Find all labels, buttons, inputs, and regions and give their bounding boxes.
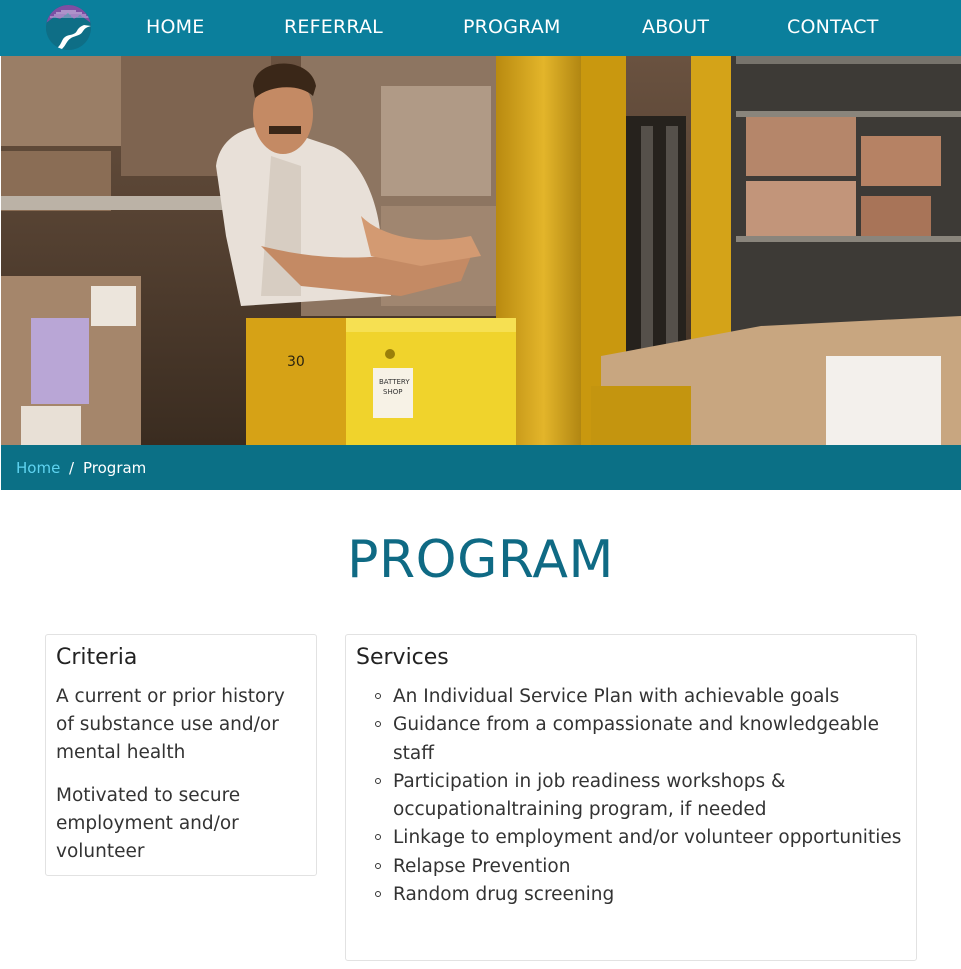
nav-referral-link[interactable]: REFERRAL (284, 16, 383, 38)
hero-image: BATTERY SHOP 30 (1, 56, 961, 445)
river-mountain-logo-icon[interactable] (46, 5, 91, 50)
bullet-icon (375, 834, 381, 841)
services-item-text: Guidance from a compassionate and knowle… (393, 714, 880, 764)
nav-contact-link[interactable]: CONTACT (787, 16, 879, 38)
services-item-text: Relapse Prevention (393, 855, 571, 877)
services-list-item: Participation in job readiness workshops… (356, 768, 911, 825)
services-list-item: Relapse Prevention (356, 853, 911, 881)
services-item-text: Linkage to employment and/or volunteer o… (393, 827, 902, 849)
bullet-icon (375, 777, 381, 784)
bullet-icon (375, 862, 381, 869)
bullet-icon (375, 721, 381, 728)
criteria-paragraph: Motivated to secure employment and/or vo… (56, 785, 241, 862)
svg-text:SHOP: SHOP (383, 388, 402, 396)
services-item-text: Random drug screening (393, 884, 615, 906)
services-card: Services An Individual Service Plan with… (345, 634, 917, 961)
criteria-card: Criteria A current or prior history of s… (45, 634, 317, 876)
breadcrumb-separator: / (69, 459, 75, 477)
services-list-item: An Individual Service Plan with achievab… (356, 683, 911, 711)
page-title: PROGRAM (347, 530, 614, 590)
bullet-icon (375, 891, 381, 898)
services-item-text: An Individual Service Plan with achievab… (393, 686, 840, 707)
forklift-number: 30 (287, 354, 305, 370)
breadcrumb-home-link[interactable]: Home (16, 459, 60, 477)
top-navbar: HOME REFERRAL PROGRAM ABOUT CONTACT (0, 0, 961, 56)
battery-shop-label: BATTERY (379, 378, 410, 386)
criteria-title: Criteria (56, 645, 138, 670)
services-list-item: Guidance from a compassionate and knowle… (356, 711, 911, 768)
services-list: An Individual Service Plan with achievab… (356, 683, 911, 909)
services-title: Services (356, 645, 449, 670)
nav-about-link[interactable]: ABOUT (642, 16, 709, 38)
breadcrumb-current: Program (83, 459, 147, 477)
breadcrumb: Home / Program (1, 445, 961, 490)
nav-home-link[interactable]: HOME (146, 16, 204, 38)
bullet-icon (375, 693, 381, 699)
services-item-text: Participation in job readiness workshops… (393, 770, 786, 821)
services-list-item: Random drug screening (356, 881, 911, 909)
criteria-paragraph: A current or prior history of substance … (56, 686, 285, 763)
services-list-item: Linkage to employment and/or volunteer o… (356, 824, 911, 852)
nav-program-link[interactable]: PROGRAM (463, 16, 561, 38)
